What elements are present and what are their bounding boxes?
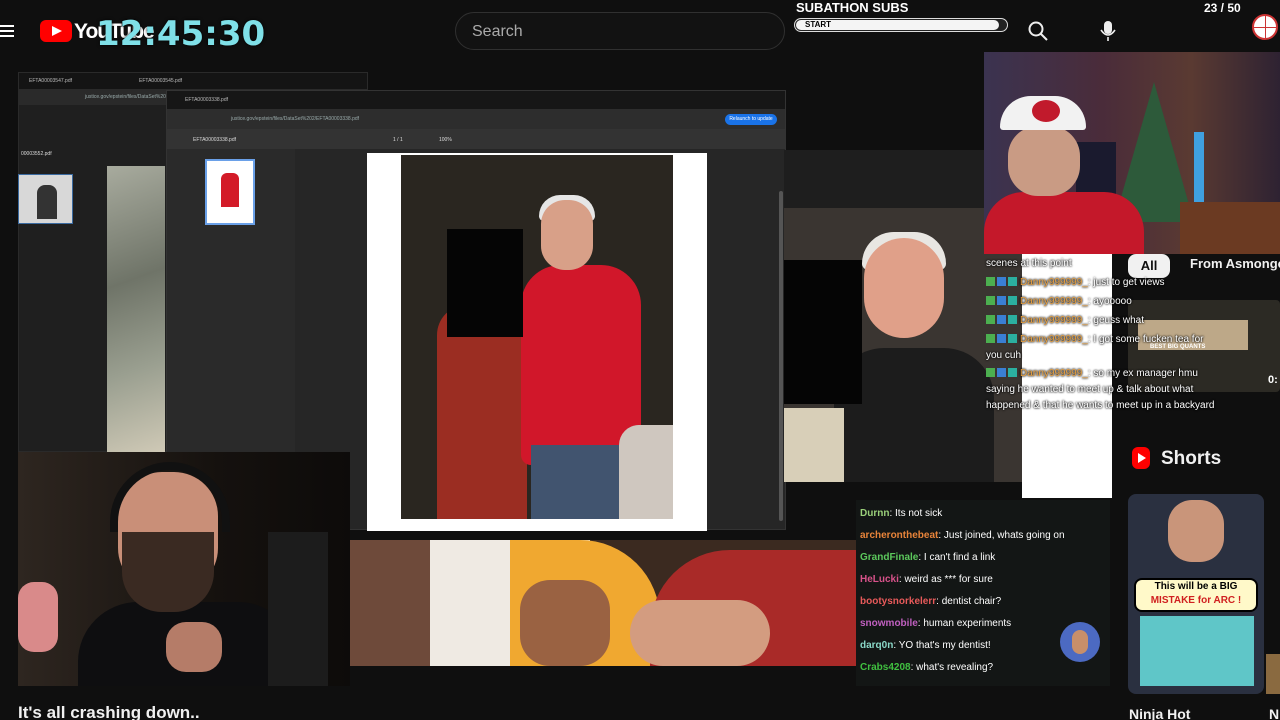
zoom-level[interactable]: 100% xyxy=(439,137,452,143)
photo-person-left xyxy=(437,305,527,519)
relaunch-button[interactable]: Relaunch to update xyxy=(725,114,777,125)
plush-toy xyxy=(18,582,58,652)
account-avatar[interactable] xyxy=(1252,14,1278,40)
bottom-video-frame xyxy=(350,540,856,666)
chat-message: bootysnorkelerr: dentist chair? xyxy=(860,596,1002,607)
video-duration: 0: xyxy=(1268,374,1278,386)
chat-message: Durnn: Its not sick xyxy=(860,508,943,519)
page-indicator[interactable]: 1 / 1 xyxy=(393,137,403,143)
lava-lamp xyxy=(1194,132,1204,202)
microphone-stand xyxy=(268,532,328,686)
document-photo xyxy=(401,155,673,519)
video-title[interactable]: It's all crashing down.. xyxy=(18,703,200,720)
short-text-2: MISTAKE for ARC ! xyxy=(1150,595,1242,606)
chat-message: Danny999999_: I got some fucken tea for xyxy=(986,334,1203,345)
video-arm xyxy=(520,580,610,666)
chat-overlay-bottom: Durnn: Its not sick archeronthebeat: Jus… xyxy=(856,500,1110,686)
cap-logo xyxy=(1032,100,1060,122)
chat-badge-icon xyxy=(986,315,1020,324)
photo-jacket xyxy=(784,408,844,482)
tab-front[interactable]: EFTA00003338.pdf xyxy=(185,97,228,103)
photo-bedding xyxy=(619,425,673,519)
chat-message: GrandFinale: I can't find a link xyxy=(860,552,996,563)
chat-message: saying he wanted to meet up & talk about… xyxy=(986,384,1194,395)
tab-back-2[interactable]: EFTA00003545.pdf xyxy=(139,78,182,84)
shorts-heading: Shorts xyxy=(1161,448,1222,469)
pdf-toolbar: EFTA00003338.pdf 1 / 1 100% xyxy=(167,129,785,149)
chat-message: Danny999999_: so my ex manager hmu xyxy=(986,368,1198,379)
chat-badge-icon xyxy=(986,368,1020,377)
photo-face xyxy=(541,200,593,270)
webcam-guest xyxy=(984,52,1280,254)
chat-message: Danny999999_: ayooooo xyxy=(986,296,1132,307)
photo-face xyxy=(864,238,944,338)
subathon-title: SUBATHON SUBS xyxy=(796,0,909,15)
short-thumbnail[interactable] xyxy=(1266,654,1280,694)
shorts-icon xyxy=(1132,447,1150,469)
subathon-count: 23 / 50 xyxy=(1204,1,1241,15)
doc-label: 00003552.pdf xyxy=(21,151,52,157)
youtube-logo-icon[interactable] xyxy=(40,20,72,42)
host-beard xyxy=(122,532,214,612)
pdf-page xyxy=(367,153,707,531)
short-title[interactable]: N xyxy=(1269,706,1279,720)
chat-message: darq0n: YO that's my dentist! xyxy=(860,640,991,651)
tab-back-1[interactable]: EFTA00003547.pdf xyxy=(29,78,72,84)
short-thumbnail[interactable]: This will be a BIG MISTAKE for ARC ! xyxy=(1128,494,1264,694)
cabinet xyxy=(1180,202,1280,254)
youtube-watch-page: YouTube 12:45:30 Search SUBATHON SUBS ST… xyxy=(0,0,1280,720)
pdf-title: EFTA00003338.pdf xyxy=(193,137,236,143)
host-hand xyxy=(166,622,222,672)
chat-badge-icon xyxy=(986,334,1020,343)
webcam-host xyxy=(18,452,350,686)
chat-avatar xyxy=(1060,622,1100,662)
short-text-1: This will be a BIG xyxy=(1154,581,1238,592)
subathon-progress-bar: START xyxy=(794,18,1008,32)
address-bar[interactable]: justice.gov/epstein/files/DataSet%202/EF… xyxy=(167,109,785,129)
microphone-icon[interactable] xyxy=(1100,20,1116,42)
menu-icon[interactable] xyxy=(0,22,14,40)
chat-badge-icon xyxy=(986,296,1020,305)
photo-jeans xyxy=(531,445,627,519)
chat-message: HeLucki: weird as *** for sure xyxy=(860,574,993,585)
redaction-box xyxy=(784,260,862,404)
pdf-thumbnail-back[interactable] xyxy=(18,174,73,224)
search-icon[interactable] xyxy=(1028,21,1048,41)
chat-badge-icon xyxy=(986,277,1020,286)
chat-message: archeronthebeat: Just joined, whats goin… xyxy=(860,530,1065,541)
address-text: justice.gov/epstein/files/DataSet%202/EF… xyxy=(231,116,360,122)
chip-all[interactable]: All xyxy=(1128,254,1170,278)
scrollbar[interactable] xyxy=(779,191,783,521)
search-placeholder: Search xyxy=(472,23,523,40)
guest-shirt xyxy=(984,192,1144,254)
chat-message: Crabs4208: what's revealing? xyxy=(860,662,994,673)
short-title[interactable]: Ninja Hot xyxy=(1129,706,1190,720)
video-arm xyxy=(630,600,770,666)
chat-message: snowmobile: human experiments xyxy=(860,618,1012,629)
marble-image xyxy=(107,166,165,452)
chat-message: scenes at this point xyxy=(986,258,1072,269)
redaction-box xyxy=(447,229,523,337)
pdf-thumbnail[interactable] xyxy=(205,159,255,225)
stream-clock: 12:45:30 xyxy=(96,14,266,54)
chip-from-channel[interactable]: From Asmongold xyxy=(1190,256,1280,271)
tab-strip: EFTA00003338.pdf xyxy=(167,91,785,109)
chat-message: you cuh xyxy=(986,350,1022,361)
guest-face xyxy=(1008,126,1080,196)
subathon-start-label: START xyxy=(805,20,832,29)
chat-message: happened & that he wants to meet up in a… xyxy=(986,400,1215,411)
chat-message: Danny999999_: just to get views xyxy=(986,277,1165,288)
search-input[interactable]: Search xyxy=(455,12,785,50)
chat-message: Danny999999_: geuss what xyxy=(986,315,1144,326)
